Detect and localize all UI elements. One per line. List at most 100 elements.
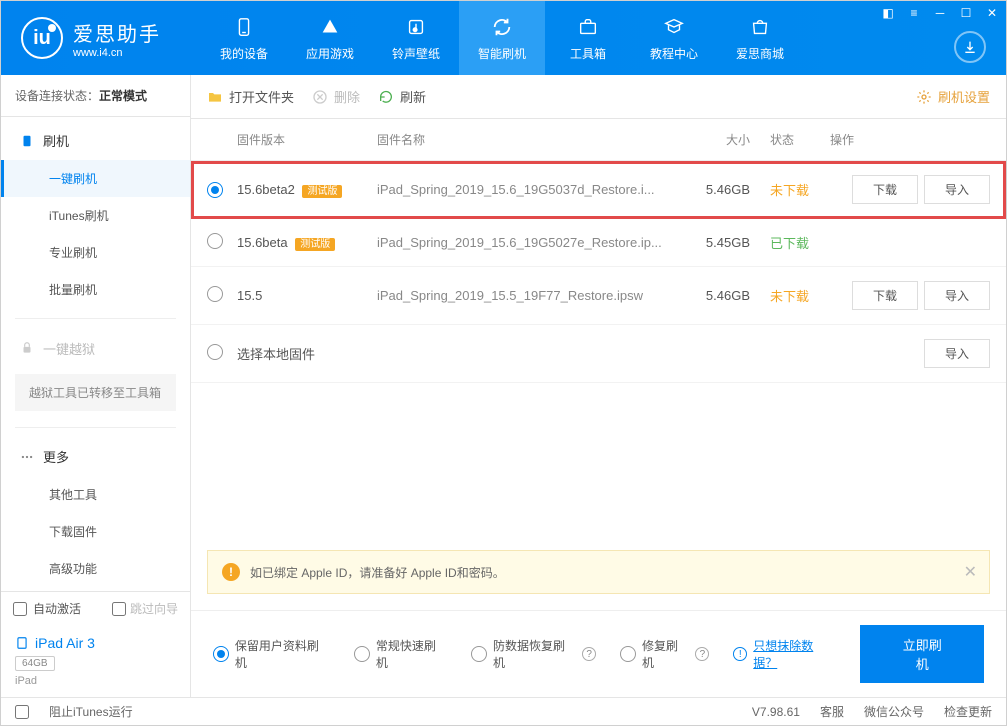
delete-icon bbox=[312, 89, 328, 105]
flash-options: 保留用户资料刷机常规快速刷机防数据恢复刷机? 修复刷机?! 只想抹除数据？ 立即刷机 bbox=[191, 610, 1006, 697]
row-op-button[interactable]: 下载 bbox=[852, 175, 918, 204]
footer-support[interactable]: 客服 bbox=[820, 703, 844, 720]
row-filename: iPad_Spring_2019_15.5_19F77_Restore.ipsw bbox=[377, 288, 670, 303]
close-icon[interactable]: ✕ bbox=[984, 5, 1000, 21]
flash-mode-option[interactable]: 保留用户资料刷机 bbox=[213, 637, 330, 671]
flash-mode-option[interactable]: 常规快速刷机 bbox=[354, 637, 447, 671]
auto-activate-checkbox[interactable] bbox=[13, 602, 27, 616]
row-radio[interactable] bbox=[207, 233, 223, 249]
nav-tutorial[interactable]: 教程中心 bbox=[631, 1, 717, 75]
row-filename: iPad_Spring_2019_15.6_19G5027e_Restore.i… bbox=[377, 235, 670, 250]
nav-label: 教程中心 bbox=[650, 45, 698, 62]
row-ops: 导入 bbox=[830, 339, 990, 368]
row-version: 15.5 bbox=[237, 288, 377, 303]
option-radio[interactable] bbox=[213, 646, 229, 662]
option-radio[interactable] bbox=[354, 646, 370, 662]
erase-data-link[interactable]: 只想抹除数据？ bbox=[753, 637, 836, 671]
sidebar-item-itunes[interactable]: iTunes刷机 bbox=[1, 197, 190, 234]
nav-toolbox[interactable]: 工具箱 bbox=[545, 1, 631, 75]
row-filename: iPad_Spring_2019_15.6_19G5037d_Restore.i… bbox=[377, 182, 670, 197]
version-label: V7.98.61 bbox=[752, 705, 800, 719]
row-radio[interactable] bbox=[207, 182, 223, 198]
storage-badge: 64GB bbox=[15, 656, 55, 671]
connection-status: 设备连接状态：正常模式 bbox=[1, 75, 190, 117]
help-icon[interactable]: ? bbox=[695, 647, 709, 661]
row-version: 15.6beta 测试版 bbox=[237, 235, 377, 250]
firmware-row[interactable]: 15.6beta2 测试版 iPad_Spring_2019_15.6_19G5… bbox=[191, 161, 1006, 219]
firmware-rows: 15.6beta2 测试版 iPad_Spring_2019_15.6_19G5… bbox=[191, 161, 1006, 383]
flash-mode-option[interactable]: 防数据恢复刷机? bbox=[471, 637, 596, 671]
option-radio[interactable] bbox=[620, 646, 636, 662]
sidebar-item-dlfw[interactable]: 下载固件 bbox=[1, 513, 190, 550]
row-op-button[interactable]: 导入 bbox=[924, 281, 990, 310]
flash-now-button[interactable]: 立即刷机 bbox=[860, 625, 984, 683]
sidebar-head-more[interactable]: 更多 bbox=[1, 437, 190, 476]
help-icon[interactable]: ! bbox=[733, 647, 747, 661]
row-status: 未下载 bbox=[750, 286, 830, 305]
nav-label: 工具箱 bbox=[570, 45, 606, 62]
footer-update[interactable]: 检查更新 bbox=[944, 703, 992, 720]
row-status: 未下载 bbox=[750, 180, 830, 199]
ipad-icon bbox=[15, 636, 29, 650]
titlebar: iu 爱思助手 www.i4.cn 我的设备 应用游戏 铃声壁纸 智能刷机 工具… bbox=[1, 1, 1006, 75]
device-name[interactable]: iPad Air 3 bbox=[1, 625, 190, 653]
refresh-button[interactable]: 刷新 bbox=[378, 87, 426, 106]
nav-apps[interactable]: 应用游戏 bbox=[287, 1, 373, 75]
skin-icon[interactable]: ◧ bbox=[880, 5, 896, 21]
row-version: 选择本地固件 bbox=[237, 344, 377, 363]
lock-icon bbox=[19, 340, 35, 356]
nav-my-device[interactable]: 我的设备 bbox=[201, 1, 287, 75]
content: 打开文件夹 删除 刷新 刷机设置 固件版本 固件名称 大小 状态 操作 bbox=[191, 75, 1006, 697]
nav-flash[interactable]: 智能刷机 bbox=[459, 1, 545, 75]
footer-wechat[interactable]: 微信公众号 bbox=[864, 703, 924, 720]
col-version: 固件版本 bbox=[237, 131, 377, 148]
sidebar-head-flash[interactable]: 刷机 bbox=[1, 121, 190, 160]
auto-activate-row[interactable]: 自动激活 跳过向导 bbox=[1, 592, 190, 625]
row-op-button[interactable]: 导入 bbox=[924, 175, 990, 204]
gear-icon bbox=[916, 89, 932, 105]
nav-label: 智能刷机 bbox=[478, 45, 526, 62]
table-header: 固件版本 固件名称 大小 状态 操作 bbox=[191, 119, 1006, 161]
refresh-icon bbox=[490, 15, 514, 39]
open-folder-button[interactable]: 打开文件夹 bbox=[207, 87, 294, 106]
col-ops: 操作 bbox=[830, 131, 990, 148]
row-radio[interactable] bbox=[207, 286, 223, 302]
nav-ringtone[interactable]: 铃声壁纸 bbox=[373, 1, 459, 75]
jailbreak-note: 越狱工具已转移至工具箱 bbox=[15, 374, 176, 411]
sidebar-item-other[interactable]: 其他工具 bbox=[1, 476, 190, 513]
notice-close-icon[interactable]: ✕ bbox=[964, 562, 977, 582]
firmware-row[interactable]: 15.6beta 测试版 iPad_Spring_2019_15.6_19G50… bbox=[191, 219, 1006, 267]
row-size: 5.46GB bbox=[670, 288, 750, 303]
app-name: 爱思助手 bbox=[73, 18, 161, 47]
reload-icon bbox=[378, 89, 394, 105]
notice-text: 如已绑定 Apple ID，请准备好 Apple ID和密码。 bbox=[250, 564, 505, 581]
row-ops: 下载导入 bbox=[830, 175, 990, 204]
sidebar-item-oneclick[interactable]: 一键刷机 bbox=[1, 160, 190, 197]
download-manager-button[interactable] bbox=[954, 31, 986, 63]
row-op-button[interactable]: 导入 bbox=[924, 339, 990, 368]
option-radio[interactable] bbox=[471, 646, 487, 662]
flash-mode-option[interactable]: 修复刷机? bbox=[620, 637, 709, 671]
firmware-row[interactable]: 15.5 iPad_Spring_2019_15.5_19F77_Restore… bbox=[191, 267, 1006, 325]
apps-icon bbox=[318, 15, 342, 39]
firmware-row[interactable]: 选择本地固件 导入 bbox=[191, 325, 1006, 383]
flash-settings-button[interactable]: 刷机设置 bbox=[916, 87, 990, 106]
skip-guide-checkbox[interactable] bbox=[112, 602, 126, 616]
block-itunes-checkbox[interactable] bbox=[15, 705, 29, 719]
maximize-icon[interactable]: ☐ bbox=[958, 5, 974, 21]
row-size: 5.45GB bbox=[670, 235, 750, 250]
minimize-icon[interactable]: ─ bbox=[932, 5, 948, 21]
sidebar-item-batch[interactable]: 批量刷机 bbox=[1, 271, 190, 308]
menu-icon[interactable]: ≡ bbox=[906, 5, 922, 21]
row-radio[interactable] bbox=[207, 344, 223, 360]
sidebar-item-advanced[interactable]: 高级功能 bbox=[1, 550, 190, 587]
delete-button: 删除 bbox=[312, 87, 360, 106]
sidebar-head-jailbreak: 一键越狱 bbox=[1, 329, 190, 368]
device-block: 自动激活 跳过向导 iPad Air 3 64GB iPad bbox=[1, 591, 190, 697]
row-status: 已下载 bbox=[750, 233, 830, 252]
help-icon[interactable]: ? bbox=[582, 647, 596, 661]
nav-store[interactable]: 爱思商城 bbox=[717, 1, 803, 75]
toolbar: 打开文件夹 删除 刷新 刷机设置 bbox=[191, 75, 1006, 119]
sidebar-item-pro[interactable]: 专业刷机 bbox=[1, 234, 190, 271]
row-op-button[interactable]: 下载 bbox=[852, 281, 918, 310]
